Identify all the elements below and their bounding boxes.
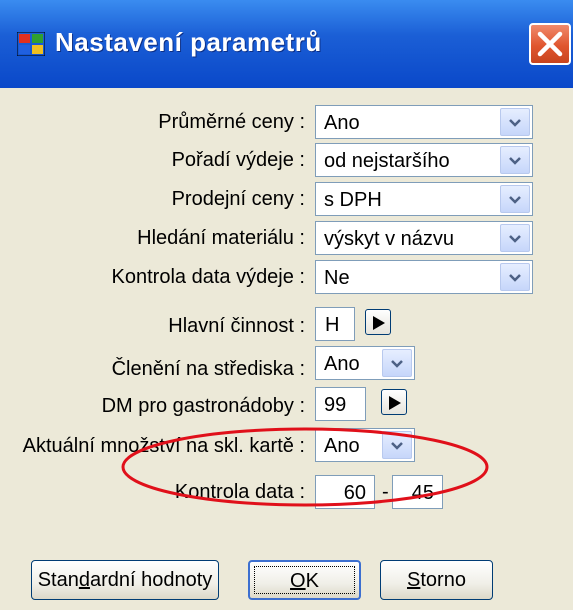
select-prodejni-ceny-value: s DPH: [324, 189, 382, 211]
cancel-button-mnemonic: S: [407, 569, 421, 591]
close-button[interactable]: [529, 23, 571, 65]
defaults-button[interactable]: Standardní hodnoty: [31, 560, 219, 600]
label-kontrola-data-vydeje: Kontrola data výdeje :: [111, 266, 305, 288]
defaults-button-label-pre: Stan: [37, 569, 79, 591]
label-dm-pro-gastronadoby: DM pro gastronádoby :: [101, 395, 305, 417]
ok-button-label-post: K: [305, 570, 319, 592]
chevron-down-icon[interactable]: [500, 263, 530, 291]
input-dm-pro-gastronadoby-value: 99: [324, 394, 347, 416]
input-hlavni-cinnost-value: H: [325, 314, 340, 336]
window-title: Nastavení parametrů: [55, 27, 322, 57]
label-poradi-vydeje: Pořadí výdeje :: [171, 149, 305, 171]
annotation-ellipse: [121, 427, 489, 507]
play-icon: [373, 316, 385, 330]
label-hledani-materialu: Hledání materiálu :: [137, 227, 305, 249]
title-bar[interactable]: Nastavení parametrů: [0, 0, 573, 88]
input-hlavni-cinnost[interactable]: H: [315, 307, 355, 341]
select-kontrola-data-vydeje-value: Ne: [324, 267, 350, 289]
chevron-down-icon[interactable]: [500, 185, 530, 213]
select-hledani-materialu-value: výskyt v názvu: [324, 228, 455, 250]
select-prumerne-ceny[interactable]: Ano: [315, 105, 533, 139]
label-hlavni-cinnost: Hlavní činnost :: [168, 315, 305, 337]
chevron-down-icon[interactable]: [500, 108, 530, 136]
select-prodejni-ceny[interactable]: s DPH: [315, 182, 533, 216]
hlavni-cinnost-select-button[interactable]: [365, 309, 391, 335]
select-cleneni-na-strediska[interactable]: Ano: [315, 346, 415, 380]
select-cleneni-na-strediska-value: Ano: [324, 353, 360, 375]
cancel-button-label-post: torno: [420, 569, 466, 591]
label-cleneni-na-strediska: Členění na střediska :: [111, 358, 305, 380]
select-poradi-vydeje-value: od nejstaršího: [324, 150, 450, 172]
label-prumerne-ceny: Průměrné ceny :: [158, 111, 305, 133]
select-prumerne-ceny-value: Ano: [324, 112, 360, 134]
ok-button-mnemonic: O: [290, 570, 306, 592]
close-icon: [537, 31, 563, 57]
input-dm-pro-gastronadoby[interactable]: 99: [315, 387, 366, 421]
app-icon: [17, 32, 45, 56]
cancel-button[interactable]: Storno: [380, 560, 493, 600]
chevron-down-icon[interactable]: [500, 146, 530, 174]
play-icon: [389, 396, 401, 410]
select-poradi-vydeje[interactable]: od nejstaršího: [315, 143, 533, 177]
defaults-button-label-post: ardní hodnoty: [89, 569, 213, 591]
dm-pro-gastronadoby-select-button[interactable]: [381, 389, 407, 415]
ok-button[interactable]: OK: [248, 560, 361, 600]
ok-focus-rect: OK: [254, 566, 355, 594]
label-prodejni-ceny: Prodejní ceny :: [171, 188, 305, 210]
select-kontrola-data-vydeje[interactable]: Ne: [315, 260, 533, 294]
defaults-button-mnemonic: d: [78, 569, 90, 591]
chevron-down-icon[interactable]: [500, 224, 530, 252]
select-hledani-materialu[interactable]: výskyt v názvu: [315, 221, 533, 255]
chevron-down-icon[interactable]: [382, 349, 412, 377]
